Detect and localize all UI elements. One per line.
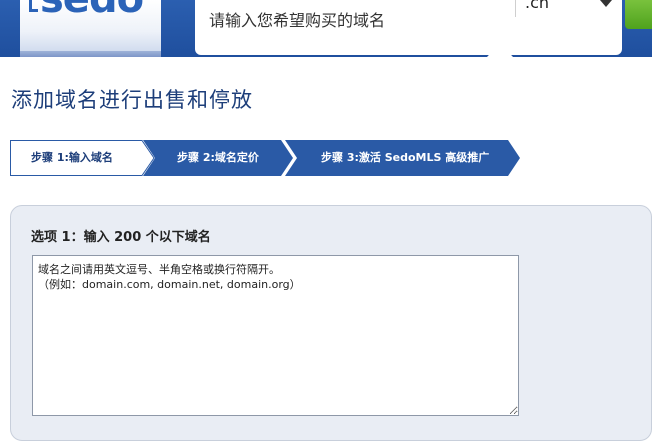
chevron-down-icon[interactable]	[600, 0, 612, 7]
site-header: sedo .cn	[0, 0, 652, 57]
option-panel: 选项 1：输入 200 个以下域名	[10, 205, 652, 441]
step-progress: 步骤 1:输入域名 步骤 2:域名定价 步骤 3:激活 SedoMLS 高级推广	[10, 140, 520, 176]
search-pointer-notch	[487, 43, 513, 57]
logo-bracket-icon	[29, 0, 38, 12]
logo-underline	[20, 51, 161, 57]
step-2-label: 步骤 2:域名定价	[177, 151, 259, 164]
logo-text: sedo	[40, 0, 144, 22]
search-button[interactable]	[625, 0, 652, 29]
sedo-logo[interactable]: sedo	[20, 0, 161, 57]
step-2: 步骤 2:域名定价	[143, 140, 293, 176]
step-3-label: 步骤 3:激活 SedoMLS 高级推广	[321, 151, 490, 164]
search-divider	[515, 0, 516, 17]
tld-select-value: .cn	[525, 0, 550, 12]
step-1-label: 步骤 1:输入域名	[31, 151, 113, 164]
domain-search-input[interactable]	[195, 0, 515, 40]
option-heading: 选项 1：输入 200 个以下域名	[31, 230, 211, 245]
page-title: 添加域名进行出售和停放	[11, 88, 253, 112]
step-3: 步骤 3:激活 SedoMLS 高级推广	[285, 140, 520, 176]
search-bar: .cn	[195, 0, 622, 55]
step-1: 步骤 1:输入域名	[10, 140, 155, 176]
domain-list-textarea[interactable]	[32, 255, 519, 416]
